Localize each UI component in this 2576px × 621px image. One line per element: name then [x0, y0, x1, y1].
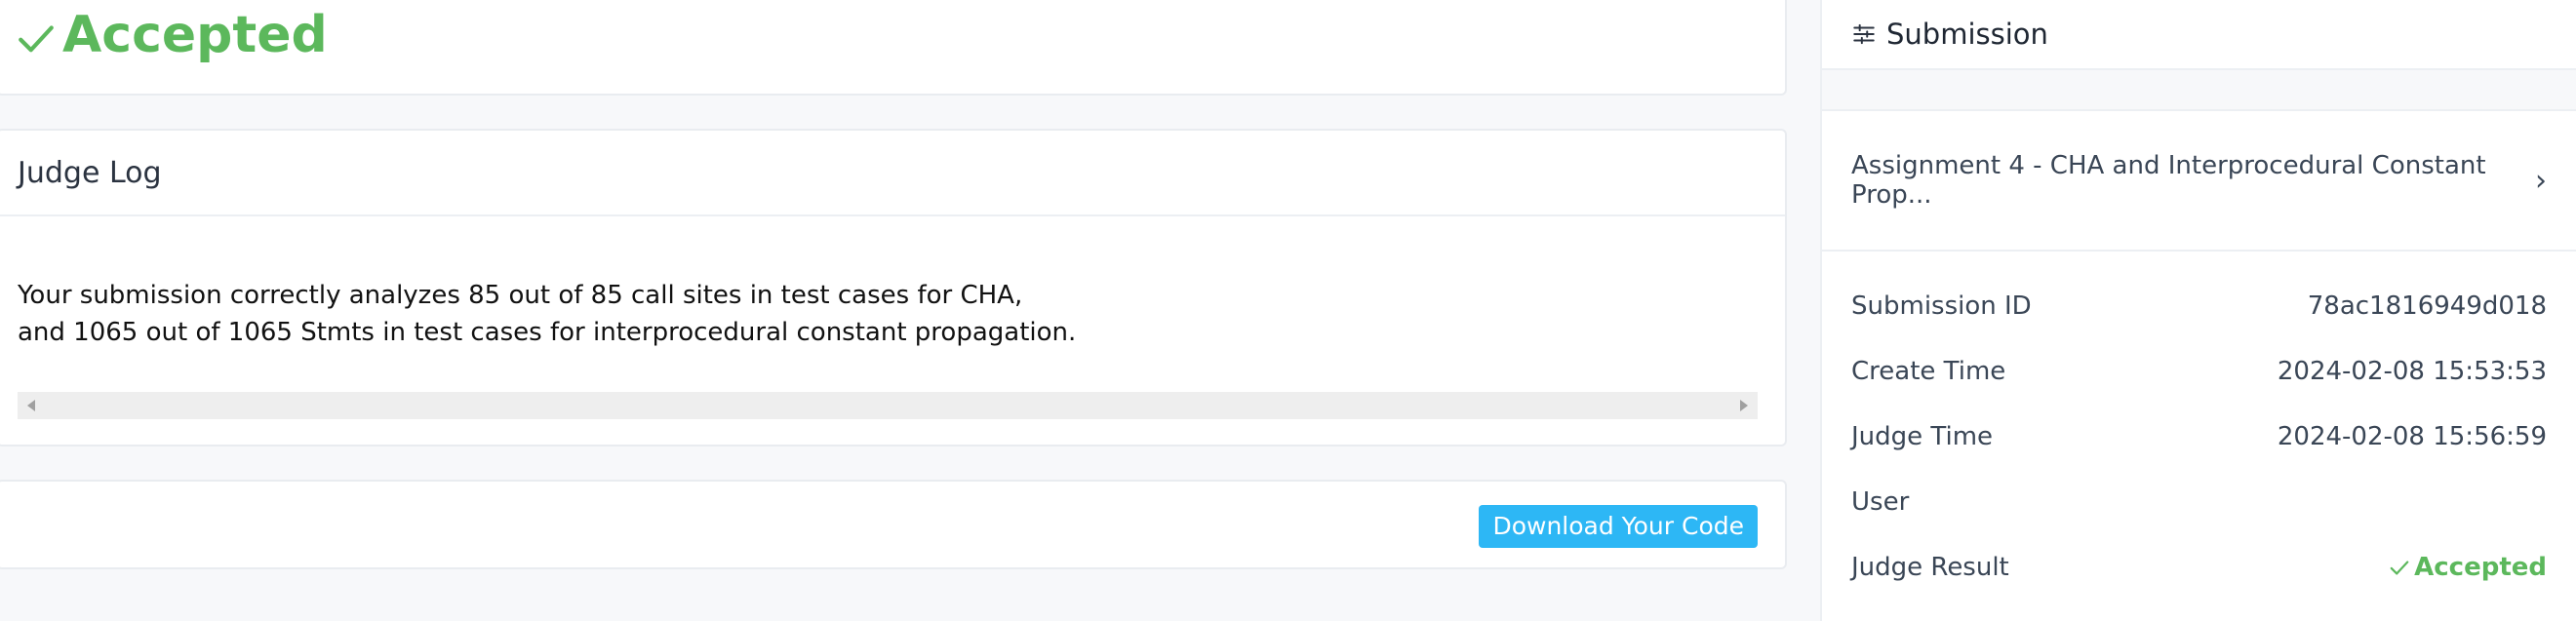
- judge-log-text: Your submission correctly analyzes 85 ou…: [18, 277, 1758, 351]
- chevron-right-icon[interactable]: ›: [2535, 164, 2547, 198]
- detail-label: Submission ID: [1851, 291, 2032, 321]
- detail-label: User: [1851, 486, 1910, 517]
- detail-row-judge-time: Judge Time 2024-02-08 15:56:59: [1822, 404, 2576, 469]
- judge-result-text: Accepted: [2414, 552, 2547, 582]
- assignment-link[interactable]: Assignment 4 - CHA and Interprocedural C…: [1822, 111, 2576, 252]
- sidebar-title: Submission: [1886, 18, 2048, 51]
- create-time-value: 2024-02-08 15:53:53: [2277, 356, 2547, 386]
- detail-label: Judge Result: [1851, 552, 2009, 582]
- submission-id-value: 78ac1816949d018: [2307, 291, 2547, 321]
- judge-result-value: Accepted: [2389, 553, 2547, 582]
- submission-details: Submission ID 78ac1816949d018 Create Tim…: [1822, 252, 2576, 600]
- main-content: Accepted Judge Log Your submission corre…: [0, 0, 1787, 621]
- detail-label: Judge Time: [1851, 421, 1994, 451]
- judge-log-card: Judge Log Your submission correctly anal…: [0, 129, 1787, 446]
- scroll-left-icon[interactable]: [27, 400, 35, 411]
- result-card: Accepted: [0, 0, 1787, 96]
- detail-label: Create Time: [1851, 356, 2006, 386]
- judge-time-value: 2024-02-08 15:56:59: [2277, 421, 2547, 451]
- judge-log-title: Judge Log: [0, 131, 1785, 216]
- check-icon: [2390, 560, 2409, 575]
- actions-card: Download Your Code: [0, 480, 1787, 569]
- submission-sidebar: Submission Assignment 4 - CHA and Interp…: [1820, 0, 2576, 621]
- sidebar-header: Submission: [1822, 0, 2576, 70]
- result-status: Accepted: [16, 6, 328, 64]
- download-code-button[interactable]: Download Your Code: [1479, 505, 1758, 548]
- detail-row-submission-id: Submission ID 78ac1816949d018: [1822, 273, 2576, 338]
- detail-row-user: User: [1822, 469, 2576, 534]
- scroll-right-icon[interactable]: [1740, 400, 1748, 411]
- assignment-title[interactable]: Assignment 4 - CHA and Interprocedural C…: [1851, 151, 2535, 210]
- judge-log-line: and 1065 out of 1065 Stmts in test cases…: [18, 318, 1077, 347]
- judge-log-line: Your submission correctly analyzes 85 ou…: [18, 281, 1023, 310]
- sliders-icon: [1853, 23, 1875, 45]
- detail-row-judge-result: Judge Result Accepted: [1822, 534, 2576, 600]
- check-icon: [19, 25, 54, 53]
- horizontal-scrollbar[interactable]: [18, 392, 1758, 419]
- detail-row-create-time: Create Time 2024-02-08 15:53:53: [1822, 338, 2576, 404]
- result-title: Accepted: [62, 6, 328, 64]
- divider: [1822, 70, 2576, 111]
